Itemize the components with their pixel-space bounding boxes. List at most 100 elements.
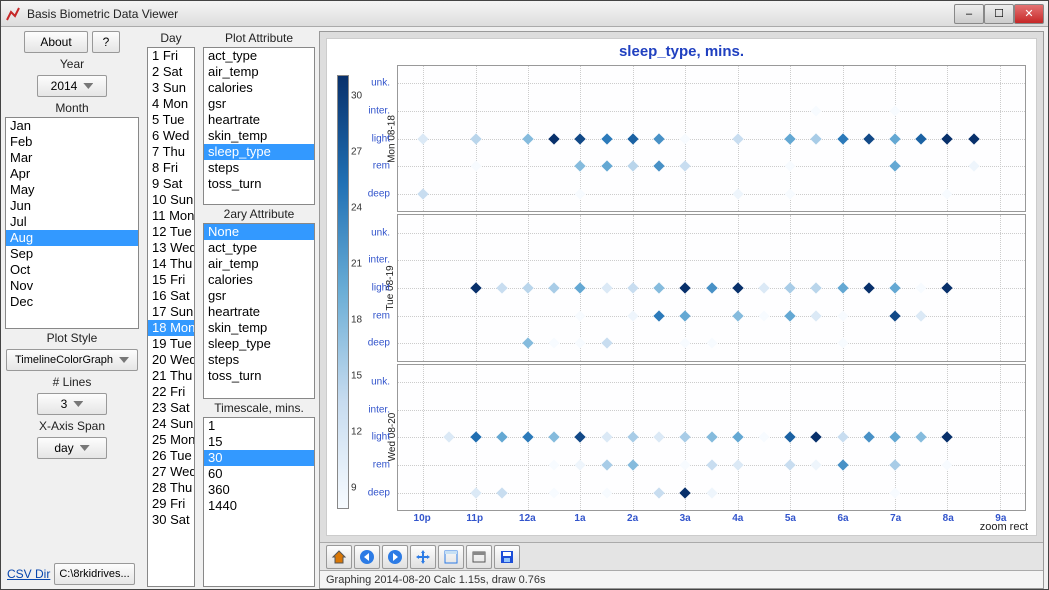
list-item[interactable]: 13 Wed [148,240,194,256]
list-item[interactable]: 15 [204,434,314,450]
category-label: deep [368,487,390,498]
maximize-button[interactable]: ☐ [984,4,1014,24]
list-item[interactable]: 22 Fri [148,384,194,400]
day-listbox[interactable]: 1 Fri2 Sat3 Sun4 Mon5 Tue6 Wed7 Thu8 Fri… [147,47,195,587]
list-item[interactable]: 28 Thu [148,480,194,496]
category-label: inter. [368,404,390,415]
list-item[interactable]: sleep_type [204,336,314,352]
list-item[interactable]: heartrate [204,304,314,320]
plot-attribute-listbox[interactable]: act_typeair_tempcaloriesgsrheartrateskin… [203,47,315,205]
list-item[interactable]: act_type [204,240,314,256]
list-item[interactable]: 15 Fri [148,272,194,288]
xspan-dropdown[interactable]: day [37,437,107,459]
list-item[interactable]: gsr [204,96,314,112]
list-item[interactable]: 12 Tue [148,224,194,240]
list-item[interactable]: gsr [204,288,314,304]
list-item[interactable]: Dec [6,294,138,310]
list-item[interactable]: Apr [6,166,138,182]
list-item[interactable]: 9 Sat [148,176,194,192]
close-button[interactable]: ✕ [1014,4,1044,24]
list-item[interactable]: May [6,182,138,198]
list-item[interactable]: 23 Sat [148,400,194,416]
subplot[interactable]: Tue 08-19unk.inter.lightremdeep [397,214,1026,361]
list-item[interactable]: calories [204,80,314,96]
plot-style-dropdown[interactable]: TimelineColorGraph [6,349,138,371]
year-dropdown[interactable]: 2014 [37,75,107,97]
list-item[interactable]: 11 Mon [148,208,194,224]
save-icon[interactable] [494,545,520,569]
list-item[interactable]: 5 Tue [148,112,194,128]
data-point [444,432,455,443]
list-item[interactable]: 20 Wed [148,352,194,368]
data-point [601,161,612,172]
list-item[interactable]: 19 Tue [148,336,194,352]
list-item[interactable]: Nov [6,278,138,294]
list-item[interactable]: air_temp [204,256,314,272]
titlebar[interactable]: Basis Biometric Data Viewer – ☐ ✕ [1,1,1048,27]
list-item[interactable]: skin_temp [204,128,314,144]
list-item[interactable]: 4 Mon [148,96,194,112]
back-icon[interactable] [354,545,380,569]
list-item[interactable]: 14 Thu [148,256,194,272]
list-item[interactable]: Sep [6,246,138,262]
list-item[interactable]: 3 Sun [148,80,194,96]
list-item[interactable]: toss_turn [204,176,314,192]
list-item[interactable]: None [204,224,314,240]
list-item[interactable]: steps [204,160,314,176]
list-item[interactable]: steps [204,352,314,368]
list-item[interactable]: 30 Sat [148,512,194,528]
nlines-dropdown[interactable]: 3 [37,393,107,415]
category-label: deep [368,188,390,199]
list-item[interactable]: 21 Thu [148,368,194,384]
csv-dir-link[interactable]: CSV Dir [7,567,50,581]
list-item[interactable]: Jul [6,214,138,230]
zoom-icon[interactable] [438,545,464,569]
list-item[interactable]: 360 [204,482,314,498]
list-item[interactable]: sleep_type [204,144,314,160]
configure-icon[interactable] [466,545,492,569]
list-item[interactable]: 1440 [204,498,314,514]
list-item[interactable]: 1 [204,418,314,434]
list-item[interactable]: 10 Sun [148,192,194,208]
list-item[interactable]: Feb [6,134,138,150]
about-button[interactable]: About [24,31,88,53]
subplot[interactable]: Wed 08-20unk.inter.lightremdeep [397,364,1026,511]
list-item[interactable]: 17 Sun [148,304,194,320]
list-item[interactable]: 27 Wed [148,464,194,480]
list-item[interactable]: 30 [204,450,314,466]
list-item[interactable]: Mar [6,150,138,166]
list-item[interactable]: heartrate [204,112,314,128]
help-button[interactable]: ? [92,31,120,53]
list-item[interactable]: 18 Mon [148,320,194,336]
pan-icon[interactable] [410,545,436,569]
list-item[interactable]: 29 Fri [148,496,194,512]
list-item[interactable]: skin_temp [204,320,314,336]
list-item[interactable]: 26 Tue [148,448,194,464]
list-item[interactable]: 2 Sat [148,64,194,80]
list-item[interactable]: Aug [6,230,138,246]
forward-icon[interactable] [382,545,408,569]
minimize-button[interactable]: – [954,4,984,24]
list-item[interactable]: 60 [204,466,314,482]
list-item[interactable]: 16 Sat [148,288,194,304]
list-item[interactable]: 24 Sun [148,416,194,432]
list-item[interactable]: 8 Fri [148,160,194,176]
list-item[interactable]: 1 Fri [148,48,194,64]
list-item[interactable]: 6 Wed [148,128,194,144]
list-item[interactable]: toss_turn [204,368,314,384]
home-icon[interactable] [326,545,352,569]
subplot[interactable]: Mon 08-18unk.inter.lightremdeep [397,65,1026,212]
list-item[interactable]: 25 Mon [148,432,194,448]
list-item[interactable]: Oct [6,262,138,278]
list-item[interactable]: 7 Thu [148,144,194,160]
list-item[interactable]: calories [204,272,314,288]
secondary-attribute-listbox[interactable]: Noneact_typeair_tempcaloriesgsrheartrate… [203,223,315,399]
timescale-listbox[interactable]: 11530603601440 [203,417,315,587]
list-item[interactable]: act_type [204,48,314,64]
month-listbox[interactable]: JanFebMarAprMayJunJulAugSepOctNovDec [5,117,139,329]
csv-path-button[interactable]: C:\8rkidrives... [54,563,134,585]
plot-canvas[interactable]: sleep_type, mins. 302724211815129 Mon 08… [326,38,1037,536]
list-item[interactable]: Jun [6,198,138,214]
list-item[interactable]: Jan [6,118,138,134]
list-item[interactable]: air_temp [204,64,314,80]
